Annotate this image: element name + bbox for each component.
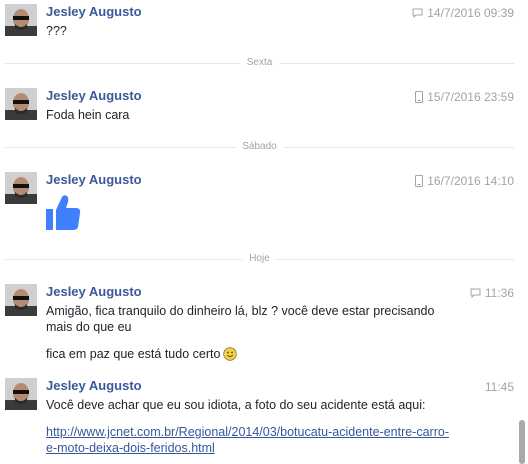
sender-name[interactable]: Jesley Augusto — [46, 378, 142, 393]
divider-label: Hoje — [242, 253, 277, 265]
message-text: fica em paz que está tudo certo — [46, 347, 221, 361]
message-meta: 14/7/2016 09:39 — [412, 6, 514, 20]
message-text-with-emoji: fica em paz que está tudo certo — [46, 346, 238, 362]
mobile-icon — [415, 175, 424, 187]
message-time: 16/7/2016 14:10 — [427, 174, 514, 188]
date-divider: Hoje — [5, 253, 514, 265]
message-group: Jesley Augusto 14/7/2016 09:39 ??? — [0, 0, 516, 50]
message-group: Jesley Augusto 16/7/2016 14:10 — [0, 168, 516, 238]
message-group: Jesley Augusto 11:36 Amigão, fica tranqu… — [0, 280, 516, 370]
divider-label: Sábado — [235, 141, 284, 153]
divider-label: Sexta — [239, 57, 280, 69]
smile-emoji-icon — [223, 347, 238, 361]
thumbs-up-icon[interactable] — [45, 194, 81, 232]
sender-name[interactable]: Jesley Augusto — [46, 284, 142, 299]
message-meta: 16/7/2016 14:10 — [415, 174, 514, 188]
article-link[interactable]: e-moto-deixa-dois-feridos.html — [46, 440, 215, 456]
message-meta: 11:36 — [470, 286, 514, 300]
mobile-icon — [415, 91, 424, 103]
message-text: Foda hein cara — [46, 108, 130, 122]
message-meta: 15/7/2016 23:59 — [415, 90, 514, 104]
message-text: Amigão, fica tranquilo do dinheiro lá, b… — [46, 304, 435, 318]
date-divider: Sábado — [5, 141, 514, 153]
chat-icon — [412, 8, 423, 18]
avatar[interactable] — [5, 378, 37, 410]
message-thread: Jesley Augusto 14/7/2016 09:39 ??? Sexta… — [0, 0, 516, 464]
message-time: 15/7/2016 23:59 — [427, 90, 514, 104]
sender-name[interactable]: Jesley Augusto — [46, 4, 142, 19]
message-time: 11:36 — [484, 286, 514, 300]
message-time: 11:45 — [484, 380, 514, 394]
chat-icon — [470, 288, 481, 298]
article-link[interactable]: http://www.jcnet.com.br/Regional/2014/03… — [46, 424, 449, 440]
message-group: Jesley Augusto 11:45 Você deve achar que… — [0, 374, 516, 464]
scrollbar[interactable] — [516, 0, 528, 464]
date-divider: Sexta — [5, 57, 514, 69]
message-text: Você deve achar que eu sou idiota, a fot… — [46, 398, 426, 412]
sender-name[interactable]: Jesley Augusto — [46, 172, 142, 187]
avatar[interactable] — [5, 172, 37, 204]
message-time: 14/7/2016 09:39 — [427, 6, 514, 20]
sender-name[interactable]: Jesley Augusto — [46, 88, 142, 103]
message-text: mais do que eu — [46, 320, 132, 334]
avatar[interactable] — [5, 88, 37, 120]
avatar[interactable] — [5, 4, 37, 36]
avatar[interactable] — [5, 284, 37, 316]
scrollbar-thumb[interactable] — [519, 420, 525, 464]
message-group: Jesley Augusto 15/7/2016 23:59 Foda hein… — [0, 84, 516, 134]
message-meta: 11:45 — [485, 380, 514, 394]
message-text: ??? — [46, 24, 67, 38]
